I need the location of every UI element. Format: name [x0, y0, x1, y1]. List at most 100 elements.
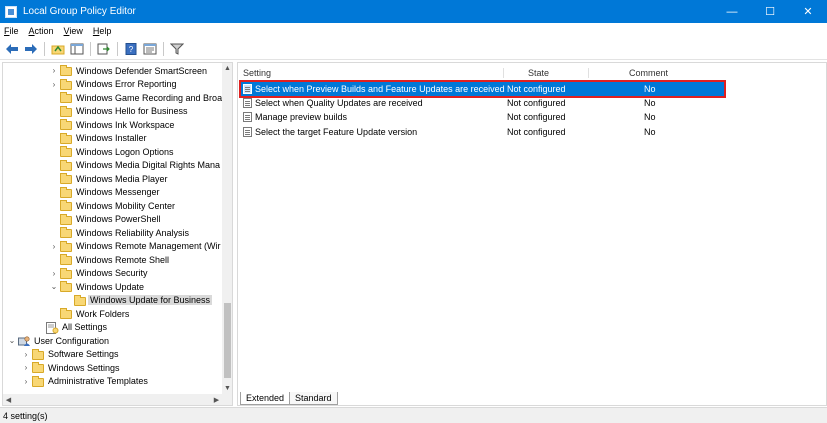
scroll-left-icon[interactable]: ◀ — [3, 394, 14, 405]
tree-item[interactable]: Windows Hello for Business — [3, 105, 222, 119]
tree-item-label: Windows Update — [76, 281, 145, 292]
scroll-down-icon[interactable]: ▼ — [222, 383, 232, 394]
scrollbar-corner — [222, 394, 232, 405]
tree-item[interactable]: Windows Installer — [3, 132, 222, 146]
back-arrow-icon[interactable] — [4, 41, 20, 57]
minimize-button[interactable]: — — [713, 0, 751, 23]
policy-setting-row[interactable]: Select when Quality Updates are received… — [241, 96, 724, 110]
policy-setting-icon — [243, 98, 252, 109]
tree-item[interactable]: Windows Media Digital Rights Mana — [3, 159, 222, 173]
tree-item[interactable]: › Administrative Templates — [3, 375, 222, 389]
expand-chevron-icon[interactable]: › — [50, 80, 58, 89]
tree-horizontal-scrollbar[interactable]: ◀ ▶ — [3, 394, 222, 405]
folder-icon — [74, 294, 86, 306]
expand-chevron-icon[interactable]: › — [22, 363, 30, 372]
folder-icon — [60, 186, 72, 198]
folder-icon — [60, 119, 72, 130]
tree-item[interactable]: › Windows Security — [3, 267, 222, 281]
expand-chevron-icon[interactable]: › — [22, 350, 30, 359]
tree-item-label: Administrative Templates — [48, 376, 148, 387]
menu-file[interactable]: File — [4, 26, 19, 36]
scroll-right-icon[interactable]: ▶ — [211, 394, 222, 405]
column-header-state[interactable]: State — [528, 68, 549, 78]
tree-vertical-scrollbar[interactable]: ▲ ▼ — [222, 63, 232, 394]
tree-item[interactable]: Windows Game Recording and Broa — [3, 91, 222, 105]
folder-icon — [60, 159, 72, 171]
tab-extended[interactable]: Extended — [240, 392, 291, 405]
tree-item-label: Windows Remote Management (Wir — [76, 241, 221, 252]
tree-item[interactable]: ⌄ Windows Update — [3, 280, 222, 294]
policy-setting-icon — [243, 126, 252, 137]
policy-setting-icon — [243, 112, 252, 123]
expand-chevron-icon[interactable]: › — [50, 66, 58, 75]
setting-state: Not configured — [507, 84, 566, 94]
scrollbar-thumb[interactable] — [224, 303, 231, 378]
folder-icon — [60, 227, 72, 238]
tree-item[interactable]: › Windows Remote Management (Wir — [3, 240, 222, 254]
policy-setting-row[interactable]: Select when Preview Builds and Feature U… — [239, 80, 726, 98]
column-separator[interactable] — [588, 68, 589, 78]
tree-item-label: Windows Media Digital Rights Mana — [76, 160, 221, 171]
tree-item-label: Work Folders — [76, 308, 130, 319]
column-header-setting[interactable]: Setting — [243, 68, 271, 78]
tree-item[interactable]: All Settings — [3, 321, 222, 335]
expand-chevron-icon[interactable]: › — [50, 242, 58, 251]
filter-icon[interactable] — [169, 41, 185, 57]
tree-item[interactable]: Windows Ink Workspace — [3, 118, 222, 132]
collapse-chevron-icon[interactable]: ⌄ — [50, 282, 58, 291]
menu-help[interactable]: Help — [93, 26, 112, 36]
folder-icon — [60, 78, 72, 90]
help-icon[interactable]: ? — [123, 41, 139, 57]
tree-item-label: Software Settings — [48, 349, 119, 360]
forward-arrow-icon[interactable] — [23, 41, 39, 57]
tree-item-label: All Settings — [62, 322, 108, 333]
scroll-up-icon[interactable]: ▲ — [222, 63, 232, 74]
tree-item-label: Windows Game Recording and Broa — [76, 92, 222, 103]
folder-icon — [60, 146, 72, 157]
tree-item[interactable]: › Software Settings — [3, 348, 222, 362]
properties-icon[interactable] — [142, 41, 158, 57]
tree-item[interactable]: Windows PowerShell — [3, 213, 222, 227]
policy-setting-row[interactable]: Manage preview builds Not configured No — [241, 110, 724, 124]
expand-chevron-icon[interactable]: › — [22, 377, 30, 386]
tree-item[interactable]: ⌄ User Configuration — [3, 334, 222, 348]
column-header-comment[interactable]: Comment — [629, 68, 668, 78]
folder-icon — [60, 173, 72, 184]
tree-item-label: Windows Logon Options — [76, 146, 174, 157]
tree-item[interactable]: Windows Logon Options — [3, 145, 222, 159]
toolbar-separator — [44, 42, 45, 56]
tree-item[interactable]: › Windows Defender SmartScreen — [3, 64, 222, 78]
column-separator[interactable] — [503, 68, 504, 78]
collapse-chevron-icon[interactable]: ⌄ — [8, 336, 16, 345]
tree-item[interactable]: › Windows Settings — [3, 361, 222, 375]
export-list-icon[interactable] — [96, 41, 112, 57]
tree-item-label: Windows Media Player — [76, 173, 168, 184]
tree-item[interactable]: Windows Messenger — [3, 186, 222, 200]
up-folder-icon[interactable] — [50, 41, 66, 57]
folder-icon — [60, 254, 72, 265]
menu-action[interactable]: Action — [29, 26, 54, 36]
tree-item-label: Windows Error Reporting — [76, 79, 177, 90]
close-button[interactable]: ✕ — [789, 0, 827, 23]
menu-view[interactable]: View — [64, 26, 83, 36]
toolbar-separator — [163, 42, 164, 56]
policy-setting-row[interactable]: Select the target Feature Update version… — [241, 125, 724, 139]
folder-icon — [60, 267, 72, 279]
status-bar: 4 setting(s) — [0, 407, 827, 423]
folder-icon — [60, 132, 72, 144]
show-hide-tree-icon[interactable] — [69, 41, 85, 57]
tree-item[interactable]: › Windows Error Reporting — [3, 78, 222, 92]
tree-item[interactable]: Windows Mobility Center — [3, 199, 222, 213]
maximize-button[interactable]: ☐ — [751, 0, 789, 23]
tree-item-label: Windows Defender SmartScreen — [76, 65, 208, 76]
tree-item[interactable]: Windows Reliability Analysis — [3, 226, 222, 240]
expand-chevron-icon[interactable]: › — [50, 269, 58, 278]
tree-item[interactable]: Windows Media Player — [3, 172, 222, 186]
tree-item[interactable]: Windows Update for Business — [3, 294, 222, 308]
tree-pane[interactable]: › Windows Defender SmartScreen › Windows Er… — [2, 62, 233, 406]
tree-item[interactable]: Work Folders — [3, 307, 222, 321]
tree-item[interactable]: Windows Remote Shell — [3, 253, 222, 267]
folder-icon — [60, 308, 72, 319]
setting-comment: No — [644, 126, 656, 137]
tab-standard[interactable]: Standard — [289, 392, 338, 405]
